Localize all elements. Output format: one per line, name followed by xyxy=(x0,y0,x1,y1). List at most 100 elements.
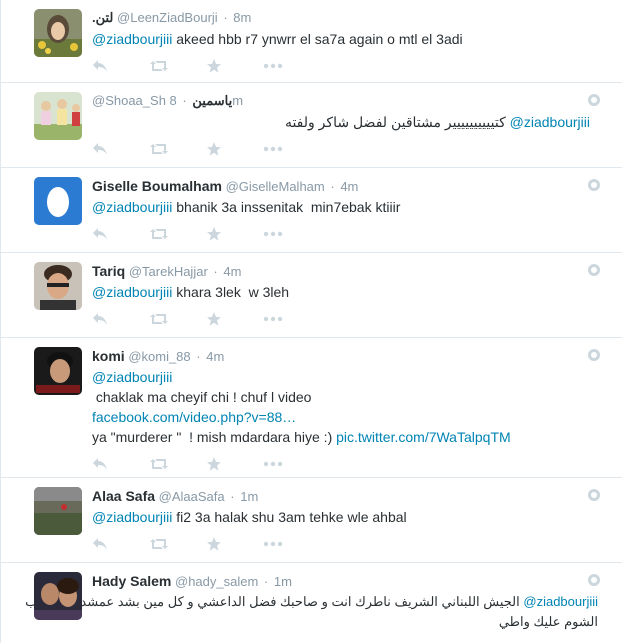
display-name[interactable]: Hady Salem xyxy=(92,573,171,589)
more-icon[interactable] xyxy=(263,310,320,328)
favorite-icon[interactable] xyxy=(206,535,263,553)
tweet[interactable]: komi @komi_88 · 4m @ziadbourjiii chaklak… xyxy=(1,338,622,478)
favorite-icon[interactable] xyxy=(206,310,263,328)
timestamp[interactable]: 1m xyxy=(240,489,258,504)
gear-icon[interactable] xyxy=(588,574,600,586)
avatar[interactable] xyxy=(34,262,82,310)
tweet-text: @ziadbourjiii khara 3lek w 3leh xyxy=(92,282,610,302)
avatar[interactable] xyxy=(34,572,82,620)
display-name[interactable]: ياسمين xyxy=(192,93,232,108)
tweet-actions xyxy=(92,140,610,158)
separator: · xyxy=(263,574,269,589)
mention-link[interactable]: @ziadbourjiii xyxy=(92,509,172,525)
username[interactable]: @LeenZiadBourji xyxy=(117,10,218,25)
tweet-header: komi @komi_88 · 4m xyxy=(92,347,610,365)
username[interactable]: @hady_salem xyxy=(175,574,258,589)
tweet-header: @Shoaa_Sh ياسمين · 8m xyxy=(92,92,610,110)
facebook-link[interactable]: facebook.com/video.php?v=88… xyxy=(92,409,296,425)
retweet-icon[interactable] xyxy=(149,535,206,553)
display-name[interactable]: Tariq xyxy=(92,263,125,279)
username[interactable]: @AlaaSafa xyxy=(159,489,225,504)
favorite-icon[interactable] xyxy=(206,225,263,243)
tweet-body: الشوم عليك واطي xyxy=(498,614,598,629)
more-icon[interactable] xyxy=(263,535,320,553)
timeline: لتن. @LeenZiadBourji · 8m @ziadbourjiii … xyxy=(0,0,622,643)
display-name[interactable]: Alaa Safa xyxy=(92,488,155,504)
separator: · xyxy=(196,349,201,364)
username[interactable]: @komi_88 xyxy=(128,349,190,364)
timestamp[interactable]: 8m xyxy=(233,10,251,25)
display-name[interactable]: لتن. xyxy=(92,10,113,25)
separator: · xyxy=(213,264,218,279)
gear-icon[interactable] xyxy=(588,349,600,361)
tweet[interactable]: لتن. @LeenZiadBourji · 8m @ziadbourjiii … xyxy=(1,0,622,83)
reply-icon[interactable] xyxy=(92,455,149,473)
reply-icon[interactable] xyxy=(92,57,149,75)
retweet-icon[interactable] xyxy=(149,57,206,75)
mention-link[interactable]: @ziadbourjiii xyxy=(92,31,172,47)
username[interactable]: @GiselleMalham xyxy=(226,179,325,194)
timestamp[interactable]: 1m xyxy=(274,574,292,589)
tweet[interactable]: Alaa Safa @AlaaSafa · 1m @ziadbourjiii f… xyxy=(1,478,622,563)
tweet[interactable]: Hady Salem @hady_salem · 1m @ziadbourjii… xyxy=(1,563,622,643)
avatar[interactable] xyxy=(34,177,82,225)
more-icon[interactable] xyxy=(263,225,320,243)
timestamp[interactable]: 4m xyxy=(340,179,358,194)
tweet-header: لتن. @LeenZiadBourji · 8m xyxy=(92,9,610,27)
separator: · xyxy=(230,489,235,504)
reply-icon[interactable] xyxy=(92,140,149,158)
tweet-header: Giselle Boumalham @GiselleMalham · 4m xyxy=(92,177,610,195)
tweet-header: Tariq @TarekHajjar · 4m xyxy=(92,262,610,280)
tweet-actions xyxy=(92,535,610,553)
mention-link[interactable]: @ziadbourjiii xyxy=(92,199,172,215)
display-name[interactable]: komi xyxy=(92,348,125,364)
favorite-icon[interactable] xyxy=(206,57,263,75)
tweet-body: akeed hbb r7 ynwrr el sa7a again o mtl e… xyxy=(176,31,463,47)
tweet[interactable]: Tariq @TarekHajjar · 4m @ziadbourjiii kh… xyxy=(1,253,622,338)
tweet[interactable]: Giselle Boumalham @GiselleMalham · 4m @z… xyxy=(1,168,622,253)
separator: · xyxy=(330,179,335,194)
retweet-icon[interactable] xyxy=(149,455,206,473)
gear-icon[interactable] xyxy=(588,489,600,501)
tweet-text: @ziadbourjiii fi2 3a halak shu 3am tehke… xyxy=(92,507,610,527)
tweet-body: الجيش اللبناني الشريف ناطرك انت و صاحبك … xyxy=(25,594,520,609)
more-icon[interactable] xyxy=(263,455,320,473)
username[interactable]: @TarekHajjar xyxy=(129,264,208,279)
retweet-icon[interactable] xyxy=(149,310,206,328)
retweet-icon[interactable] xyxy=(149,225,206,243)
avatar[interactable] xyxy=(34,347,82,395)
gear-icon[interactable] xyxy=(588,179,600,191)
avatar[interactable] xyxy=(34,92,82,140)
tweet-body: fi2 3a halak shu 3am tehke wle ahbal xyxy=(176,509,407,525)
reply-icon[interactable] xyxy=(92,225,149,243)
reply-icon[interactable] xyxy=(92,310,149,328)
username[interactable]: @Shoaa_Sh xyxy=(92,93,166,108)
tweet-text: @ziadbourjiii كتيييييييييير مشتاقين لفضل… xyxy=(92,112,610,132)
tweet-body: chaklak ma cheyif chi ! chuf l video xyxy=(92,389,312,405)
mention-link[interactable]: @ziadbourjiii xyxy=(523,594,598,609)
favorite-icon[interactable] xyxy=(206,455,263,473)
more-icon[interactable] xyxy=(263,57,320,75)
tweet[interactable]: @Shoaa_Sh ياسمين · 8m @ziadbourjiii كتيي… xyxy=(1,83,622,168)
gear-icon[interactable] xyxy=(588,264,600,276)
avatar[interactable] xyxy=(34,9,82,57)
retweet-icon[interactable] xyxy=(149,140,206,158)
tweet-text: @ziadbourjiii akeed hbb r7 ynwrr el sa7a… xyxy=(92,29,610,49)
timestamp[interactable]: 4m xyxy=(206,349,224,364)
timestamp[interactable]: 4m xyxy=(223,264,241,279)
tweet-body: bhanik 3a inssenitak min7ebak ktiiir xyxy=(172,199,401,215)
mention-link[interactable]: @ziadbourjiii xyxy=(92,284,172,300)
reply-icon[interactable] xyxy=(92,535,149,553)
tweet-header: Alaa Safa @AlaaSafa · 1m xyxy=(92,487,610,505)
mention-link[interactable]: @ziadbourjiii xyxy=(92,369,172,385)
display-name[interactable]: Giselle Boumalham xyxy=(92,178,222,194)
avatar[interactable] xyxy=(34,487,82,535)
mention-link[interactable]: @ziadbourjiii xyxy=(510,114,590,130)
favorite-icon[interactable] xyxy=(206,140,263,158)
tweet-actions xyxy=(92,310,610,328)
tweet-actions xyxy=(92,455,610,473)
tweet-body: ya "murderer " ! mish mdardara hiye :) xyxy=(92,429,337,445)
pic-link[interactable]: pic.twitter.com/7WaTalpqTM xyxy=(336,429,511,445)
gear-icon[interactable] xyxy=(588,94,600,106)
more-icon[interactable] xyxy=(263,140,320,158)
